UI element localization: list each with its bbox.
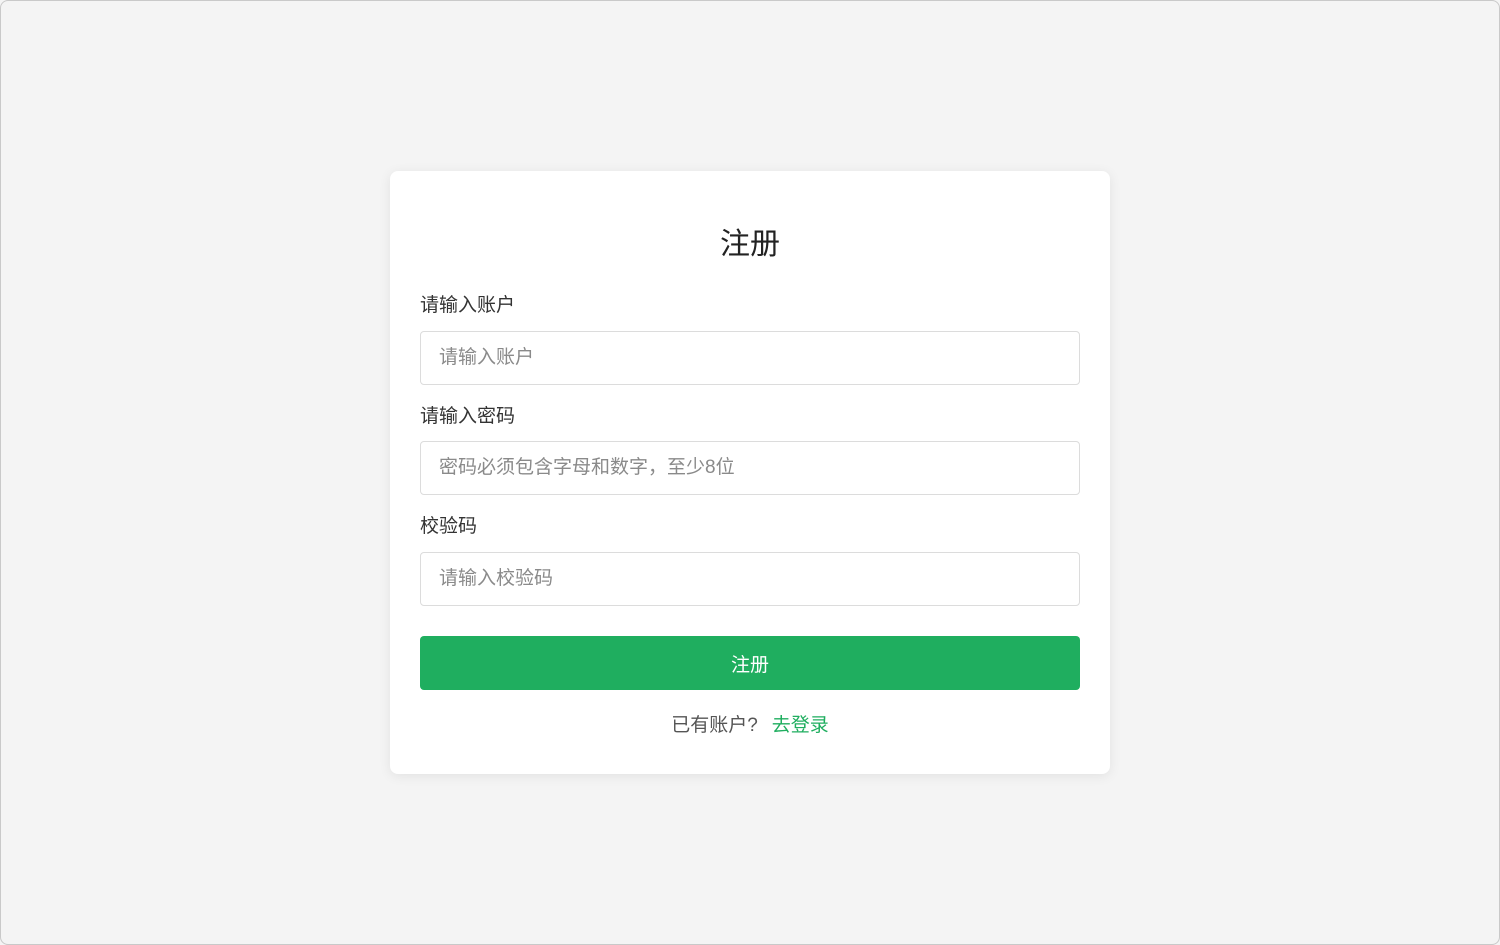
captcha-label: 校验码 [420, 516, 478, 537]
go-login-link[interactable]: 去登录 [772, 715, 829, 736]
account-label: 请输入账户 [420, 295, 516, 316]
register-card: 注册 请输入账户 请输入密码 校验码 注册 已有账户? 去登录 [390, 171, 1110, 774]
account-input[interactable] [420, 331, 1080, 385]
captcha-input[interactable] [420, 552, 1080, 606]
page-title: 注册 [720, 228, 780, 261]
register-button[interactable]: 注册 [420, 636, 1080, 690]
login-prompt-text: 已有账户? [671, 715, 758, 736]
password-input[interactable] [420, 441, 1080, 495]
login-prompt-row: 已有账户? 去登录 [390, 714, 1110, 738]
password-label: 请输入密码 [420, 406, 516, 427]
